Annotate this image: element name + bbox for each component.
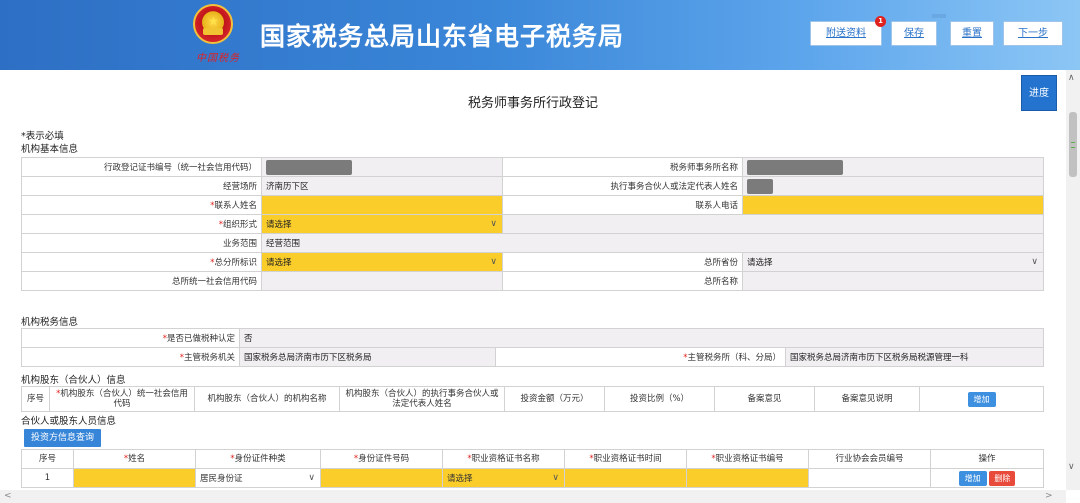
tax-branch-value: 国家税务总局济南市历下区税务局税源管理一科 [784,347,1045,367]
sh-col-ratio: 投资比例（%） [604,386,715,412]
id-number-input[interactable] [320,468,443,488]
add-shareholder-button[interactable]: 增加 [967,391,996,407]
add-person-button[interactable]: 增加 [958,470,987,486]
vertical-scrollbar[interactable]: ∧ ∨ [1066,70,1080,490]
contact-name-input[interactable] [261,195,503,215]
delete-person-button[interactable]: 删除 [989,470,1016,486]
chevron-down-icon: ∨ [308,473,315,483]
chevron-down-icon: ∨ [1031,257,1038,267]
contact-phone-input[interactable] [742,195,1044,215]
toolbar-marker [932,14,946,18]
scroll-down-icon[interactable]: ∨ [1068,462,1075,472]
reg-no-value [261,157,503,177]
redacted-reg-no [266,159,352,175]
person-name-input[interactable] [73,468,196,488]
scroll-up-icon[interactable]: ∧ [1068,73,1075,83]
contact-name-label: *联系人姓名 [21,195,262,215]
site-title: 国家税务总局山东省电子税务局 [260,22,625,51]
p-col-cert-no: *职业资格证书编号 [686,449,809,469]
attach-count-badge: 1 [875,16,886,27]
redacted-firm-name [747,159,843,175]
p-col-no: 序号 [21,449,74,469]
authority-value: 国家税务总局济南市历下区税务局 [239,347,496,367]
shareholders-table: 序号 *机构股东（合伙人）统一社会信用代码 机构股东（合伙人）的机构名称 机构股… [21,386,1044,412]
p-col-actions: 操作 [930,449,1044,469]
tax-type-value: 否 [238,328,1045,348]
branch-flag-select[interactable]: 请选择 ∨ [261,252,503,272]
p-col-id-type: *身份证件种类 [195,449,321,469]
address-value: 济南历下区 [261,176,503,196]
member-number-input[interactable] [808,468,931,488]
scroll-right-icon[interactable]: > [1045,491,1053,501]
p-col-id-no: *身份证件号码 [320,449,443,469]
basic-info-table: 行政登记证书编号（统一社会信用代码） 税务师事务所名称 经营场所 济南历下区 执… [21,157,1044,291]
scroll-left-icon[interactable]: < [4,491,12,501]
firm-name-value [742,157,1044,177]
sh-col-code: *机构股东（合伙人）统一社会信用代码 [49,386,195,412]
attach-materials-button[interactable]: 附送资料 [810,21,882,46]
sh-col-no: 序号 [21,386,50,412]
redacted-partner-name [747,178,773,194]
save-button[interactable]: 保存 [891,21,937,46]
firm-name-label: 税务师事务所名称 [502,157,743,177]
sh-col-opinion-note: 备案意见说明 [814,386,920,412]
p-col-cert-time: *职业资格证书时间 [564,449,687,469]
persons-table: 序号 *姓名 *身份证件种类 *身份证件号码 *职业资格证书名称 *职业资格证书… [21,449,1044,488]
p-col-member-no: 行业协会会员编号 [808,449,931,469]
scope-label: 业务范围 [21,233,262,253]
contact-phone-label: 联系人电话 [502,195,743,215]
row-no: 1 [21,468,74,488]
hq-province-label: 总所省份 [502,252,743,272]
tax-branch-label: *主管税务所（科、分局） [495,347,786,367]
sh-col-actions: 增加 [919,386,1044,412]
section-basic-info: 机构基本信息 [21,144,79,155]
tax-info-table: *是否已做税种认定 否 *主管税务机关 国家税务总局济南市历下区税务局 *主管税… [21,328,1045,367]
org-form-spacer [502,214,1044,234]
sh-col-opinion: 备案意见 [714,386,815,412]
section-tax-info: 机构税务信息 [21,317,79,328]
investor-query-button[interactable]: 投资方信息查询 [24,429,102,447]
emblem-motto: 中国税务 [196,53,240,64]
partner-label: 执行事务合伙人或法定代表人姓名 [502,176,743,196]
org-form-select[interactable]: 请选择 ∨ [261,214,503,234]
sh-col-amount: 投资金额（万元） [504,386,605,412]
section-persons: 合伙人或股东人员信息 [21,416,117,427]
hq-code-input[interactable] [261,271,503,291]
app-header: ★ 中国税务 国家税务总局山东省电子税务局 附送资料 1 保存 重置 下一步 [0,0,1080,70]
chevron-down-icon: ∨ [552,473,559,483]
id-type-select[interactable]: 居民身份证 ∨ [195,468,321,488]
p-col-cert-name: *职业资格证书名称 [442,449,565,469]
scope-value: 经营范围 [261,233,1044,253]
hq-code-label: 总所统一社会信用代码 [21,271,262,291]
branch-flag-label: *总分所标识 [21,252,262,272]
next-step-button[interactable]: 下一步 [1003,21,1063,46]
hq-province-select[interactable]: 请选择 ∨ [742,252,1044,272]
p-col-name: *姓名 [73,449,196,469]
hq-name-label: 总所名称 [502,271,743,291]
page-title: 税务师事务所行政登记 [467,96,598,111]
scrollbar-thumb[interactable] [1069,112,1077,177]
section-shareholders: 机构股东（合伙人）信息 [21,375,126,386]
org-form-label: *组织形式 [21,214,262,234]
reg-no-label: 行政登记证书编号（统一社会信用代码） [21,157,262,177]
cert-number-input[interactable] [686,468,809,488]
tax-type-label: *是否已做税种认定 [21,328,240,348]
chevron-down-icon: ∨ [490,219,497,229]
sh-col-rep: 机构股东（合伙人）的执行事务合伙人或法定代表人姓名 [339,386,505,412]
required-note: *表示必填 [21,131,64,142]
sh-col-name: 机构股东（合伙人）的机构名称 [194,386,340,412]
partner-value [742,176,1044,196]
hq-name-input[interactable] [742,271,1044,291]
horizontal-scrollbar[interactable]: < > [0,490,1066,503]
address-label: 经营场所 [21,176,262,196]
cert-time-input[interactable] [564,468,687,488]
authority-label: *主管税务机关 [21,347,240,367]
national-emblem-icon: ★ [193,4,233,44]
reset-button[interactable]: 重置 [950,21,994,46]
row-actions: 增加 删除 [930,468,1044,488]
cert-name-select[interactable]: 请选择 ∨ [442,468,565,488]
table-row: 1 居民身份证 ∨ 请选择 ∨ 增加 删除 [21,468,1044,488]
chevron-down-icon: ∨ [490,257,497,267]
